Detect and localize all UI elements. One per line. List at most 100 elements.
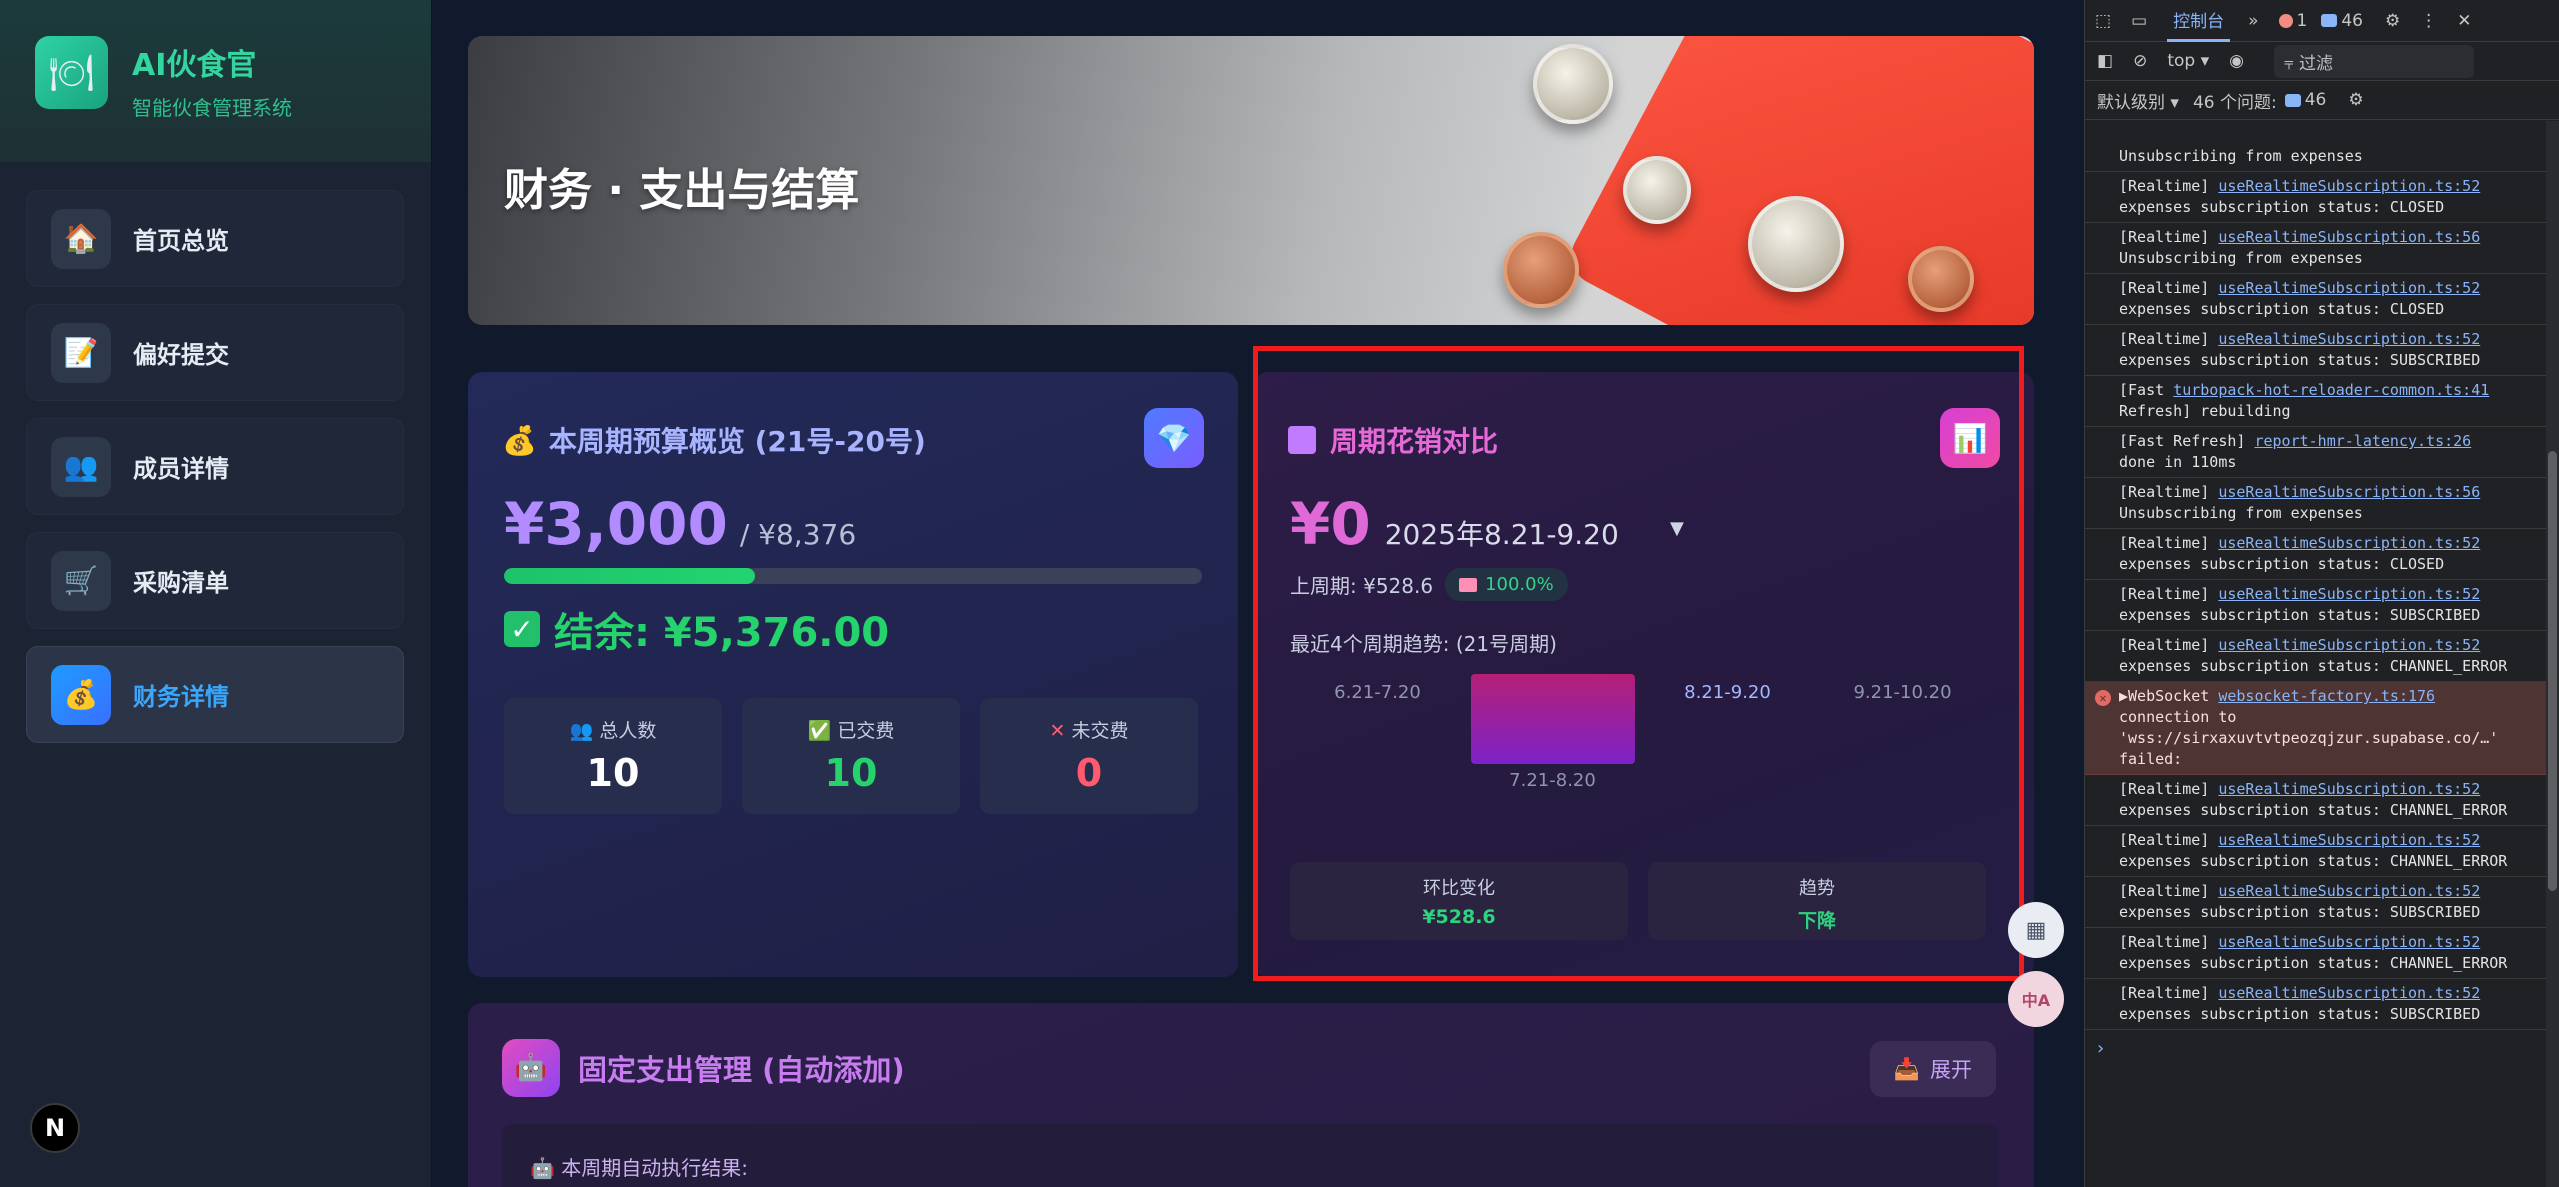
- devtools-panel: ⬚ ▭ 控制台 » 1 46 ⚙ ⋮ ✕ ◧ ⊘ top ▾ ◉ ⫧ 过滤 默认…: [2084, 0, 2559, 1187]
- filter-input[interactable]: ⫧ 过滤: [2273, 44, 2474, 78]
- context-select[interactable]: top ▾: [2167, 51, 2209, 71]
- stat-total-people: 👥 总人数 10: [504, 698, 722, 814]
- sidebar-item-members[interactable]: 👥 成员详情: [26, 418, 404, 515]
- hero-banner: 财务 · 支出与结算: [468, 36, 2034, 325]
- error-icon: ✕: [2095, 690, 2111, 706]
- sidebar-item-label: 财务详情: [133, 683, 229, 711]
- inspect-icon[interactable]: ⬚: [2095, 11, 2111, 31]
- console-level-bar: 默认级别 ▾ 46 个问题: 46 ⚙: [2085, 81, 2559, 120]
- kebab-menu-icon[interactable]: ⋮: [2420, 11, 2437, 31]
- issues-label: 46 个问题:: [2192, 92, 2277, 113]
- sidebar-toggle-icon[interactable]: ◧: [2097, 51, 2113, 71]
- sidebar-item-preferences[interactable]: 📝 偏好提交: [26, 304, 404, 401]
- log-source-link[interactable]: useRealtimeSubscription.ts:52: [2218, 534, 2480, 552]
- console-log-entry: [Realtime] useRealtimeSubscription.ts:52…: [2085, 979, 2547, 1030]
- coin-image: [1533, 44, 1613, 124]
- log-source-link[interactable]: useRealtimeSubscription.ts:52: [2218, 984, 2480, 1002]
- log-level-select[interactable]: 默认级别 ▾: [2097, 88, 2179, 113]
- log-source-link[interactable]: useRealtimeSubscription.ts:56: [2218, 228, 2480, 246]
- app-title: AI伙食官: [132, 48, 257, 83]
- console-log-entry: [Realtime] useRealtimeSubscription.ts:52…: [2085, 172, 2547, 223]
- log-prefix: [Realtime]: [2119, 177, 2210, 195]
- log-prefix: [Realtime]: [2119, 330, 2210, 348]
- budget-progress-bar: [504, 568, 1202, 584]
- sidebar-item-finance[interactable]: 💰 财务详情: [26, 646, 404, 743]
- device-toolbar-icon[interactable]: ▭: [2131, 11, 2147, 31]
- money-bag-icon: 💰: [502, 423, 537, 457]
- log-source-link[interactable]: useRealtimeSubscription.ts:52: [2218, 933, 2480, 951]
- budget-overview-card: 💰 本周期预算概览 (21号-20号) 💎 ¥3,000 / ¥8,376 ✓ …: [468, 372, 1238, 977]
- console-log-entry: [Realtime] useRealtimeSubscription.ts:52…: [2085, 775, 2547, 826]
- fixed-expenses-card: 🤖 固定支出管理 (自动添加) 📥 展开 🤖 本周期自动执行结果:: [468, 1003, 2034, 1187]
- budget-amount: ¥3,000 / ¥8,376: [504, 490, 856, 558]
- expand-button[interactable]: 📥 展开: [1869, 1041, 1996, 1097]
- log-prefix: [Realtime]: [2119, 933, 2210, 951]
- coin-image: [1503, 232, 1579, 308]
- log-source-link[interactable]: useRealtimeSubscription.ts:52: [2218, 831, 2480, 849]
- console-prompt[interactable]: ›: [2085, 1030, 2547, 1059]
- log-source-link[interactable]: useRealtimeSubscription.ts:52: [2218, 636, 2480, 654]
- coin-image: [1748, 196, 1844, 292]
- robot-icon: 🤖: [530, 1156, 562, 1180]
- brand-header: 🍽 AI伙食官 智能伙食管理系统: [0, 0, 431, 162]
- stat-label: 已交费: [837, 720, 895, 742]
- log-source-link[interactable]: websocket-factory.ts:176: [2218, 687, 2435, 705]
- budget-card-header: 💰 本周期预算概览 (21号-20号): [502, 420, 926, 460]
- tab-console[interactable]: 控制台: [2167, 0, 2231, 42]
- cross-icon: ✕: [1049, 720, 1066, 742]
- log-message: expenses subscription status: CHANNEL_ER…: [2119, 657, 2508, 675]
- clear-console-icon[interactable]: ⊘: [2133, 51, 2147, 71]
- sidebar-item-label: 偏好提交: [133, 341, 229, 369]
- log-source-link[interactable]: report-hmr-latency.ts:26: [2254, 432, 2471, 450]
- log-message: expenses subscription status: CLOSED: [2119, 300, 2445, 318]
- stat-label: 未交费: [1071, 720, 1129, 742]
- log-source-link[interactable]: turbopack-hot-reloader-common.ts:41: [2173, 381, 2489, 399]
- scrollbar-thumb[interactable]: [2548, 451, 2557, 891]
- message-counter[interactable]: 46: [2321, 11, 2363, 31]
- log-prefix: [Fast: [2119, 381, 2165, 399]
- eye-icon[interactable]: ◉: [2229, 51, 2244, 71]
- stat-paid: ✅ 已交费 10: [742, 698, 960, 814]
- error-counter[interactable]: 1: [2278, 11, 2307, 31]
- console-log-entry: [Realtime] useRealtimeSubscription.ts:52…: [2085, 529, 2547, 580]
- budget-card-title: 本周期预算概览 (21号-20号): [548, 425, 926, 458]
- check-icon: ✅: [807, 720, 832, 742]
- more-tabs-icon[interactable]: »: [2248, 11, 2258, 31]
- log-message: Unsubscribing from expenses: [2119, 504, 2363, 522]
- log-source-link[interactable]: useRealtimeSubscription.ts:52: [2218, 780, 2480, 798]
- translate-icon[interactable]: 中A: [2008, 971, 2064, 1027]
- house-icon: 🏠: [51, 208, 111, 269]
- gear-icon[interactable]: ⚙: [2348, 90, 2363, 110]
- console-log-entry: [Realtime] useRealtimeSubscription.ts:52…: [2085, 325, 2547, 376]
- log-source-link[interactable]: useRealtimeSubscription.ts:52: [2218, 177, 2480, 195]
- fixed-card-header: 🤖 固定支出管理 (自动添加): [502, 1039, 905, 1097]
- log-source-link[interactable]: useRealtimeSubscription.ts:52: [2218, 279, 2480, 297]
- robot-icon: 🤖: [502, 1039, 560, 1097]
- nextjs-dev-badge[interactable]: N: [30, 1103, 80, 1153]
- sidebar-nav: 🏠 首页总览 📝 偏好提交 👥 成员详情 🛒 采购清单 💰 财务详情: [0, 162, 431, 743]
- stat-value: 0: [1075, 751, 1103, 795]
- log-message: expenses subscription status: SUBSCRIBED: [2119, 351, 2481, 369]
- auto-result-panel: 🤖 本周期自动执行结果:: [502, 1124, 1998, 1187]
- sidebar-item-home[interactable]: 🏠 首页总览: [26, 190, 404, 287]
- apps-icon[interactable]: ▦: [2008, 902, 2064, 958]
- log-source-link[interactable]: useRealtimeSubscription.ts:52: [2218, 585, 2480, 603]
- log-prefix: [Realtime]: [2119, 882, 2210, 900]
- budget-spent-value: ¥3,000: [504, 490, 728, 558]
- log-message: expenses subscription status: CHANNEL_ER…: [2119, 852, 2508, 870]
- log-message: expenses subscription status: CHANNEL_ER…: [2119, 954, 2508, 972]
- gear-icon[interactable]: ⚙: [2385, 11, 2400, 31]
- console-log-entry: [Realtime] useRealtimeSubscription.ts:52…: [2085, 928, 2547, 979]
- log-source-link[interactable]: useRealtimeSubscription.ts:52: [2218, 330, 2480, 348]
- log-source-link[interactable]: useRealtimeSubscription.ts:56: [2218, 483, 2480, 501]
- console-log-entry: [Realtime] useRealtimeSubscription.ts:52…: [2085, 580, 2547, 631]
- issues-counter[interactable]: 46: [2284, 90, 2326, 110]
- sidebar-item-label: 采购清单: [133, 569, 229, 597]
- log-source-link[interactable]: useRealtimeSubscription.ts:52: [2218, 882, 2480, 900]
- console-log-entry: Unsubscribing from expenses: [2085, 121, 2547, 172]
- sidebar-item-shopping[interactable]: 🛒 采购清单: [26, 532, 404, 629]
- console-scrollbar[interactable]: [2546, 121, 2559, 1187]
- diamond-icon[interactable]: 💎: [1144, 408, 1204, 468]
- close-icon[interactable]: ✕: [2457, 11, 2471, 31]
- people-icon: 👥: [569, 720, 594, 742]
